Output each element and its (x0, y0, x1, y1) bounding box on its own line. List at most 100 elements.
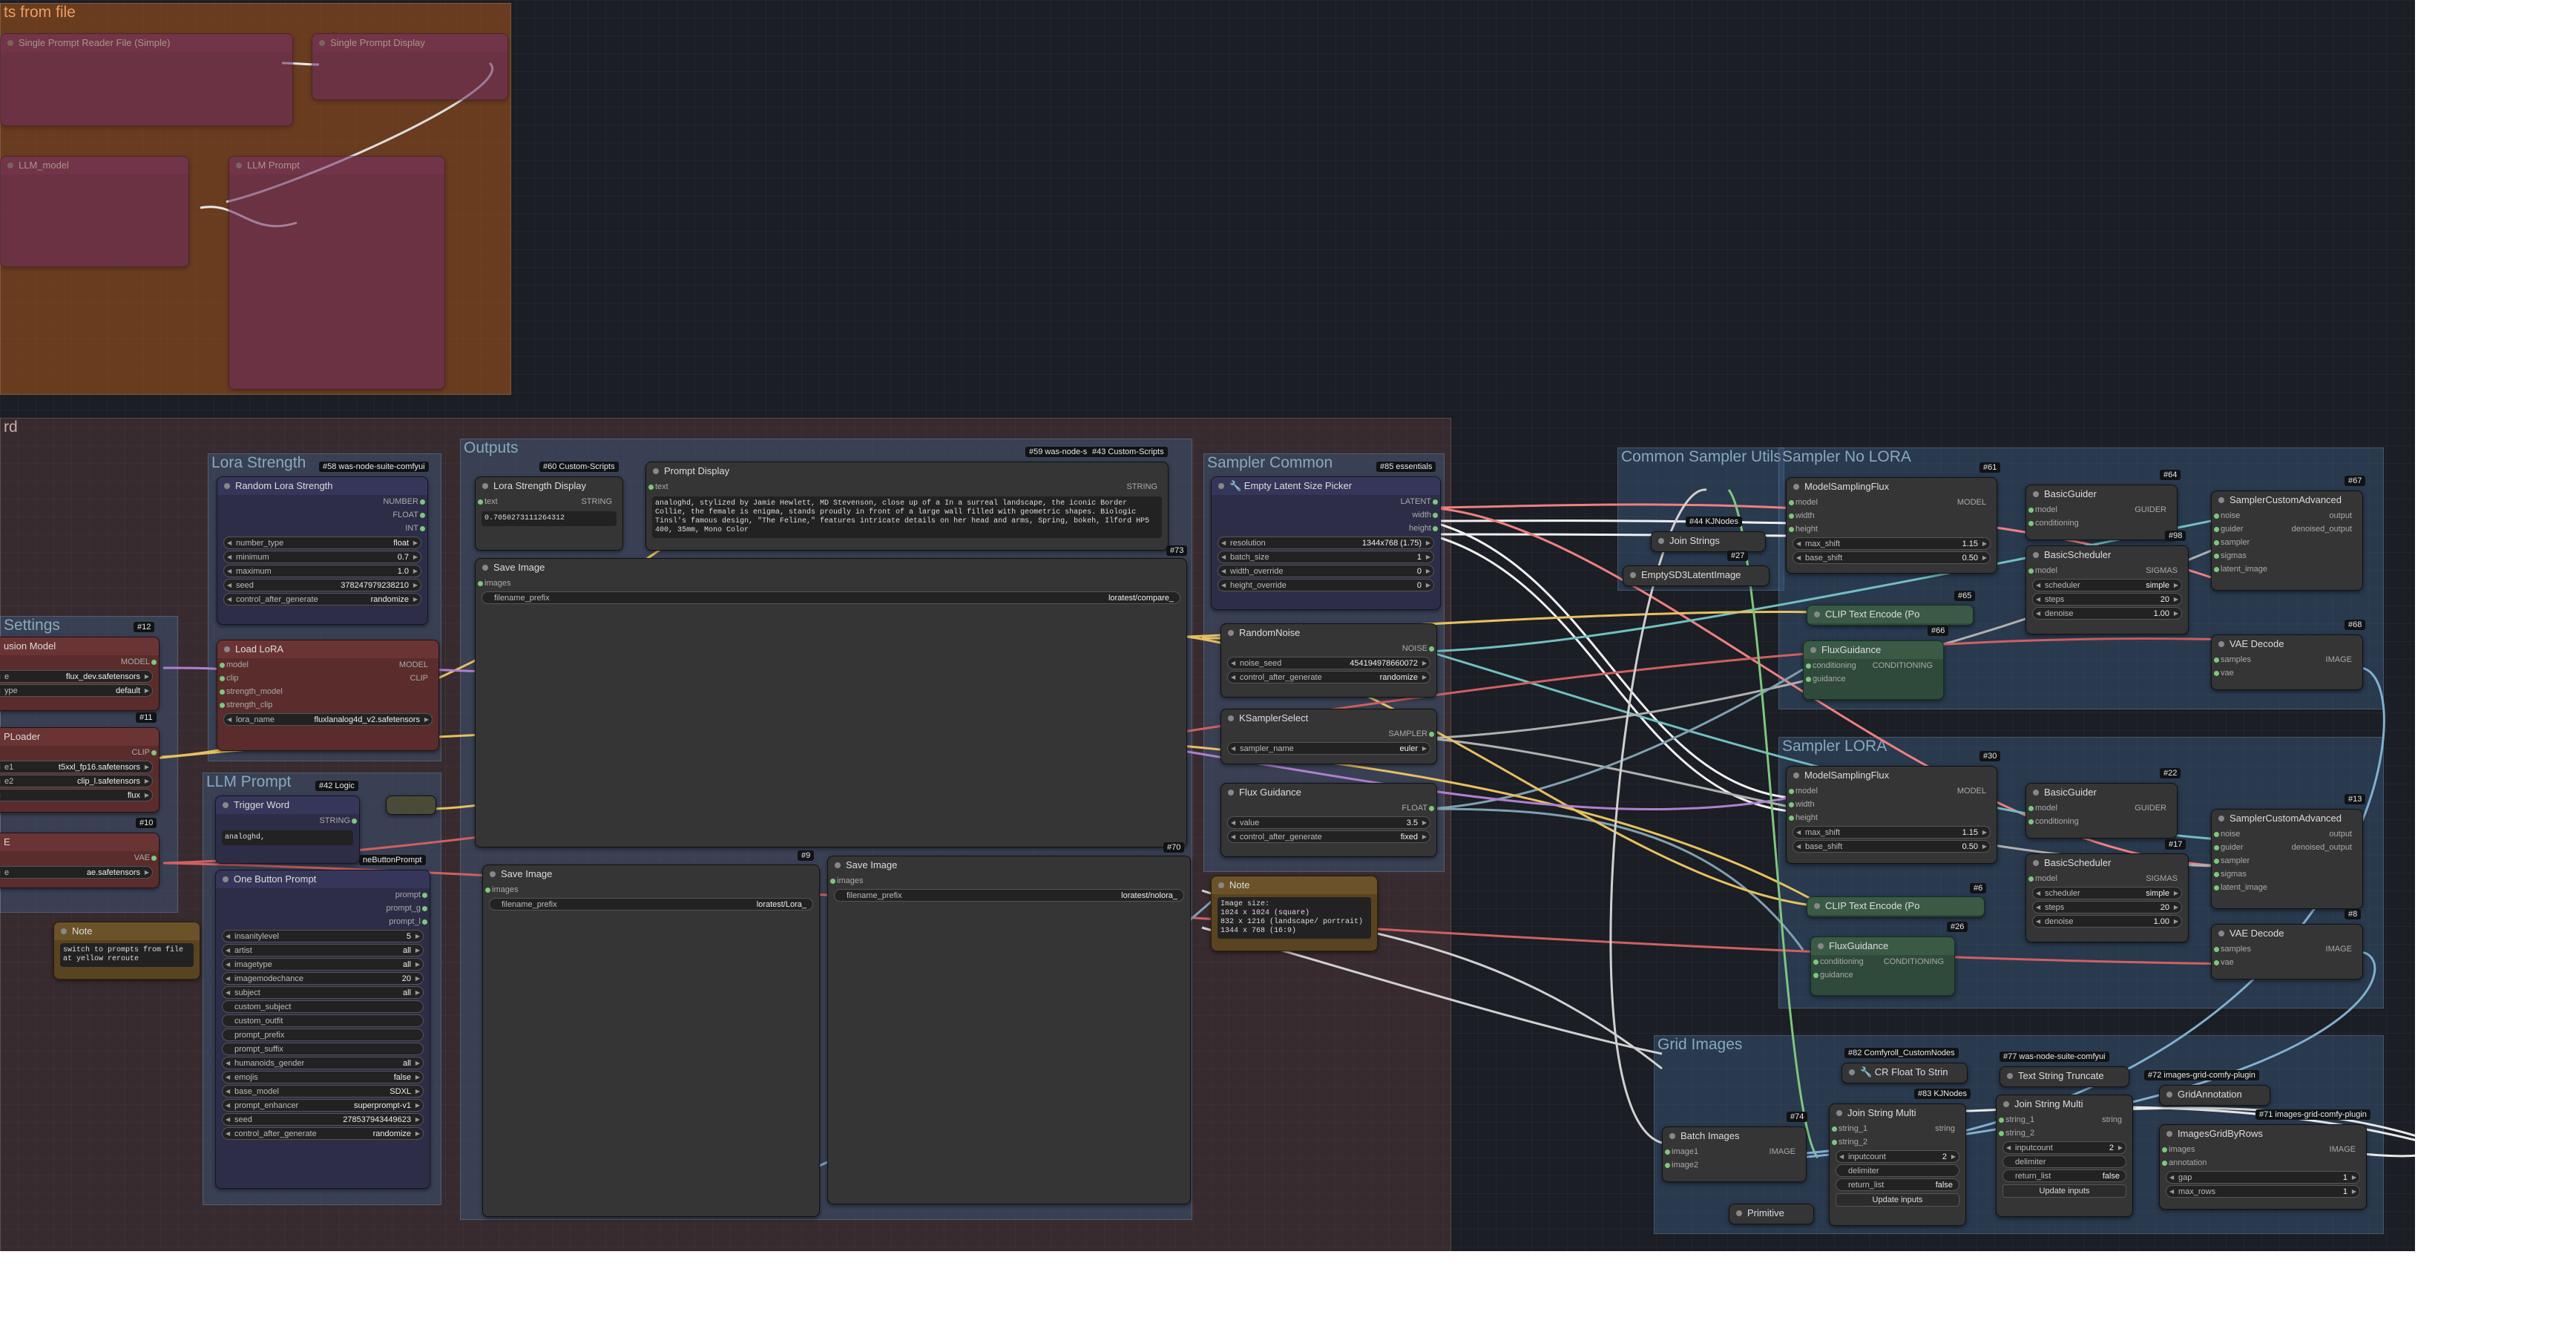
sampler-custom-advanced-node-1[interactable]: SamplerCustomAdvanced noise output guider… (2211, 491, 2363, 591)
images-input[interactable]: images (828, 874, 1190, 888)
prompt-l-output[interactable]: prompt_l (216, 915, 430, 928)
batch-size-widget[interactable]: batch_size1 (1218, 551, 1434, 563)
filename-prefix-widget[interactable]: filename_prefix loratest/compare_ (482, 591, 1180, 604)
model-input[interactable]: model MODEL (217, 658, 438, 672)
vae-name-widget[interactable]: eae.safetensors (0, 866, 153, 879)
seed-widget[interactable]: seed378247979238210 (223, 579, 421, 591)
insanitylevel-widget[interactable]: insanitylevel5 (222, 930, 424, 942)
join-string-multi-node-2[interactable]: Join String Multi string_1 string string_… (1996, 1095, 2133, 1217)
single-prompt-display-node[interactable]: Single Prompt Display (312, 33, 508, 100)
clip-name2-widget[interactable]: e2clip_l.safetensors (0, 775, 153, 787)
max-rows-widget[interactable]: max_rows1 (2166, 1185, 2360, 1198)
guidance-input[interactable]: guidance (1804, 672, 1943, 686)
scheduler-widget[interactable]: schedulersimple (2032, 887, 2182, 899)
clip-input[interactable]: clip CLIP (217, 672, 438, 685)
vae-decode-node-2[interactable]: VAE Decode samples IMAGE vae (2211, 924, 2363, 980)
text-input[interactable]: text STRING (476, 495, 622, 508)
artist-widget[interactable]: artistall (222, 944, 424, 957)
prompt-display-node[interactable]: Prompt Display text STRING analoghd, styl… (645, 462, 1169, 551)
sampler-input[interactable]: sampler (2212, 854, 2362, 867)
graph-canvas[interactable]: ts from file rd Lora Strength Outputs Sa… (0, 0, 2415, 1251)
scheduler-widget[interactable]: schedulersimple (2032, 579, 2182, 591)
images-input[interactable]: images (476, 577, 1186, 590)
clip-name1-widget[interactable]: e1t5xxl_fp16.safetensors (0, 761, 153, 773)
model-input[interactable]: model MODEL (1787, 496, 1997, 509)
basic-guider-node-2[interactable]: BasicGuider model GUIDER conditioning (2025, 783, 2178, 839)
guider-input[interactable]: guider denoised_output (2212, 522, 2362, 536)
text-input[interactable]: text STRING (646, 480, 1168, 493)
height-input[interactable]: height (1787, 811, 1997, 824)
save-image-node-lora[interactable]: Save Image images filename_prefix lorates… (482, 865, 820, 1217)
noise-input[interactable]: noise output (2212, 509, 2362, 522)
noise-seed-widget[interactable]: noise_seed454194978660072 (1227, 657, 1430, 669)
conditioning-input[interactable]: conditioning CONDITIONING (1804, 659, 1943, 672)
vae-input[interactable]: vae (2212, 666, 2362, 680)
string-1-input[interactable]: string_1 string (1830, 1122, 1965, 1135)
base-model-widget[interactable]: base_modelSDXL (222, 1085, 424, 1098)
prompt-prefix-field[interactable]: prompt_prefix (222, 1029, 424, 1041)
images-grid-by-rows-node[interactable]: ImagesGridByRows images IMAGE annotation … (2159, 1124, 2367, 1210)
string-1-input[interactable]: string_1 string (1997, 1113, 2132, 1126)
control-after-generate-widget[interactable]: control_after_generaterandomize (223, 593, 421, 606)
emojis-widget[interactable]: emojisfalse (222, 1071, 424, 1083)
annotation-input[interactable]: annotation (2160, 1156, 2366, 1170)
prompt-g-output[interactable]: prompt_g (216, 902, 430, 915)
noise-input[interactable]: noise output (2212, 827, 2362, 841)
join-strings-node[interactable]: Join Strings (1651, 531, 1766, 552)
vae-decode-node-1[interactable]: VAE Decode samples IMAGE vae (2211, 634, 2363, 690)
sigmas-input[interactable]: sigmas (2212, 867, 2362, 881)
images-input[interactable]: images IMAGE (2160, 1143, 2366, 1156)
random-lora-strength-node[interactable]: Random Lora Strength NUMBER FLOAT INT nu… (217, 476, 428, 625)
denoise-widget[interactable]: denoise1.00 (2032, 607, 2182, 620)
prompt-enhancer-widget[interactable]: prompt_enhancersuperprompt-v1 (222, 1099, 424, 1112)
delimiter-field[interactable]: delimiter (2002, 1155, 2126, 1168)
gap-widget[interactable]: gap1 (2166, 1171, 2360, 1184)
float-output[interactable]: FLOAT (217, 508, 427, 522)
load-lora-node[interactable]: Load LoRA model MODEL clip CLIP strength_m… (217, 640, 439, 751)
basic-guider-node-1[interactable]: BasicGuider model GUIDER conditioning (2025, 485, 2178, 540)
primitive-node[interactable]: Primitive (1729, 1204, 1814, 1224)
width-output[interactable]: width (1212, 508, 1440, 522)
weight-dtype-widget[interactable]: ypedefault (0, 684, 153, 697)
seed-widget[interactable]: seed278537943449623 (222, 1113, 424, 1126)
lora-name-widget[interactable]: lora_namefluxlanalog4d_v2.safetensors (223, 713, 433, 726)
base-shift-widget[interactable]: base_shift0.50 (1793, 840, 1991, 853)
unet-name-widget[interactable]: eflux_dev.safetensors (0, 670, 153, 683)
delimiter-field[interactable]: delimiter (1836, 1164, 1959, 1177)
int-output[interactable]: INT (217, 522, 427, 535)
note-image-sizes-node[interactable]: Note Image size: 1024 x 1024 (square) 83… (1211, 876, 1378, 951)
custom-subject-field[interactable]: custom_subject (222, 1000, 424, 1013)
control-after-generate-widget[interactable]: control_after_generatefixed (1227, 830, 1430, 843)
lora-strength-display-node[interactable]: Lora Strength Display text STRING 0.70502… (475, 476, 623, 551)
width-input[interactable]: width (1787, 509, 1997, 522)
number-output[interactable]: NUMBER (217, 495, 427, 508)
humanoids-gender-widget[interactable]: humanoids_genderall (222, 1057, 424, 1069)
minimum-widget[interactable]: minimum0.7 (223, 551, 421, 563)
value-widget[interactable]: value3.5 (1227, 816, 1430, 829)
guider-input[interactable]: guider denoised_output (2212, 841, 2362, 854)
imagetype-widget[interactable]: imagetypeall (222, 958, 424, 971)
inputcount-widget[interactable]: inputcount2 (1836, 1150, 1959, 1163)
width-override-widget[interactable]: width_override0 (1218, 565, 1434, 577)
save-image-node-nolora[interactable]: Save Image images filename_prefix lorates… (827, 856, 1191, 1204)
conditioning-input[interactable]: conditioning (2026, 516, 2177, 530)
model-input[interactable]: model MODEL (1787, 784, 1997, 798)
sampler-output[interactable]: SAMPLER (1221, 727, 1436, 741)
batch-images-node[interactable]: Batch Images image1 IMAGE image2 (1662, 1126, 1807, 1182)
switch-node[interactable] (386, 796, 436, 815)
prompt-suffix-field[interactable]: prompt_suffix (222, 1043, 424, 1055)
one-button-prompt-node[interactable]: One Button Prompt prompt prompt_g prompt… (215, 870, 430, 1189)
latent-image-input[interactable]: latent_image (2212, 881, 2362, 894)
model-input[interactable]: model SIGMAS (2026, 872, 2188, 885)
guidance-input[interactable]: guidance (1811, 968, 1954, 982)
control-after-generate-widget[interactable]: control_after_generaterandomize (1227, 671, 1430, 683)
number-type-widget[interactable]: number_typefloat (223, 537, 421, 549)
text-string-truncate-node[interactable]: Text String Truncate (2000, 1066, 2129, 1087)
vae-loader-node[interactable]: E VAE eae.safetensors (0, 833, 160, 888)
update-inputs-button[interactable]: Update inputs (1836, 1193, 1959, 1207)
clip-text-encode-node-2[interactable]: CLIP Text Encode (Po (1807, 896, 1985, 917)
flux-guidance-node-1[interactable]: FluxGuidance conditioning CONDITIONING gu… (1803, 640, 1944, 700)
samples-input[interactable]: samples IMAGE (2212, 942, 2362, 956)
empty-sd3-latent-node[interactable]: EmptySD3LatentImage (1623, 565, 1770, 586)
inputcount-widget[interactable]: inputcount2 (2002, 1141, 2126, 1154)
